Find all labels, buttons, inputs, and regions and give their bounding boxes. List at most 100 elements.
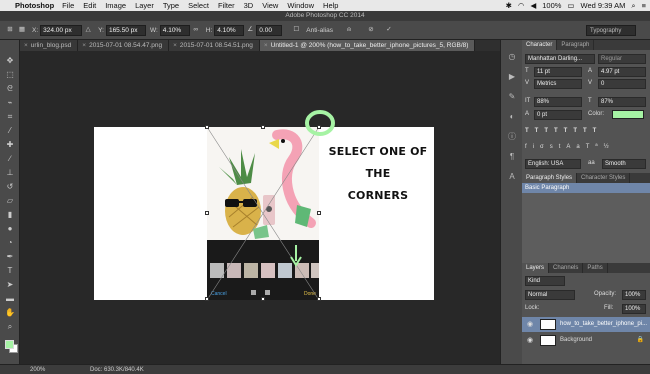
- menu-edit[interactable]: Edit: [83, 1, 96, 10]
- tab-paragraph-styles[interactable]: Paragraph Styles: [522, 173, 578, 183]
- battery-icon[interactable]: ▭: [567, 1, 574, 10]
- tab-character[interactable]: Character: [522, 40, 558, 50]
- tab-urlin-blog[interactable]: × urlin_blog.psd: [20, 40, 79, 51]
- history-icon[interactable]: ◷: [507, 52, 517, 62]
- menu-image[interactable]: Image: [105, 1, 126, 10]
- font-size-field[interactable]: 11 pt: [534, 67, 582, 77]
- iphone-screenshot-layer[interactable]: Cancel Done: [207, 127, 319, 300]
- marquee-tool-icon[interactable]: ⬚: [4, 70, 16, 80]
- transform-tool-icon[interactable]: ⊞: [4, 24, 16, 36]
- crop-tool-icon[interactable]: ⌗: [4, 112, 16, 122]
- clock[interactable]: Wed 9:39 AM: [581, 1, 626, 10]
- commit-transform-icon[interactable]: ✓: [383, 24, 395, 36]
- menu-type[interactable]: Type: [163, 1, 179, 10]
- text-color-swatch[interactable]: [612, 110, 644, 119]
- menu-layer[interactable]: Layer: [135, 1, 154, 10]
- menu-app-name[interactable]: Photoshop: [15, 1, 54, 10]
- paragraph-icon[interactable]: ¶: [507, 152, 517, 162]
- transform-handle-middle-left[interactable]: [205, 211, 209, 215]
- language-select[interactable]: English: USA: [525, 159, 581, 169]
- history-brush-icon[interactable]: ↺: [4, 182, 16, 192]
- y-field[interactable]: 165.50 px: [105, 24, 146, 36]
- kerning-field[interactable]: Metrics: [534, 79, 582, 89]
- brush-preset-icon[interactable]: ✎: [507, 92, 517, 102]
- play-icon[interactable]: ▶: [507, 72, 517, 82]
- close-icon[interactable]: ×: [264, 42, 268, 49]
- bluetooth-icon[interactable]: ✱: [506, 1, 512, 10]
- vertical-scale-field[interactable]: 88%: [534, 97, 582, 107]
- close-icon[interactable]: ×: [24, 42, 28, 49]
- tracking-field[interactable]: 0: [598, 79, 646, 89]
- antialias-checkbox[interactable]: ☐: [290, 24, 302, 36]
- gradient-tool-icon[interactable]: ▮: [4, 210, 16, 220]
- layer-row[interactable]: ◉ how_to_take_better_iphone_pi...: [522, 317, 650, 332]
- tab-paragraph[interactable]: Paragraph: [557, 40, 595, 50]
- volume-icon[interactable]: ◀: [530, 1, 536, 10]
- visibility-eye-icon[interactable]: ◉: [527, 317, 533, 332]
- tab-png-4747[interactable]: × 2015-07-01 08.54.47.png: [78, 40, 170, 51]
- blend-mode-select[interactable]: Normal: [525, 290, 575, 300]
- transform-handle-top-middle[interactable]: [261, 125, 265, 129]
- path-select-tool-icon[interactable]: ➤: [4, 280, 16, 290]
- angle-field[interactable]: 0.00: [256, 24, 283, 36]
- transform-handle-top-left[interactable]: [205, 125, 209, 129]
- visibility-eye-icon[interactable]: ◉: [527, 333, 533, 348]
- menu-window[interactable]: Window: [287, 1, 314, 10]
- menu-select[interactable]: Select: [188, 1, 209, 10]
- baseline-field[interactable]: 0 pt: [534, 110, 582, 120]
- healing-tool-icon[interactable]: ✚: [4, 140, 16, 150]
- warp-icon[interactable]: ⍝: [343, 24, 355, 36]
- type-tool-icon[interactable]: T: [4, 266, 16, 276]
- zoom-tool-icon[interactable]: ⌕: [4, 322, 16, 332]
- cancel-transform-icon[interactable]: ⊘: [365, 24, 377, 36]
- dodge-tool-icon[interactable]: ◔: [4, 238, 16, 248]
- brush-tool-icon[interactable]: ∕: [4, 154, 16, 164]
- shape-tool-icon[interactable]: ▬: [4, 294, 16, 304]
- style-basic-paragraph[interactable]: Basic Paragraph: [522, 183, 650, 193]
- layer-row[interactable]: ◉ Background 🔒: [522, 333, 650, 348]
- foreground-color-swatch[interactable]: [5, 340, 14, 349]
- tab-layers[interactable]: Layers: [522, 263, 550, 273]
- blur-tool-icon[interactable]: ●: [4, 224, 16, 234]
- font-family-select[interactable]: Manhattan Darling...: [525, 54, 595, 64]
- type-style-buttons[interactable]: TTTTTTTT: [525, 128, 602, 138]
- menu-filter[interactable]: Filter: [218, 1, 235, 10]
- close-icon[interactable]: ×: [82, 42, 86, 49]
- wifi-icon[interactable]: ◠: [518, 1, 525, 10]
- list-icon[interactable]: ≡: [642, 1, 646, 10]
- stamp-tool-icon[interactable]: ⊥: [4, 168, 16, 178]
- tab-untitled-1[interactable]: × Untitled-1 @ 200% (how_to_take_better_i…: [259, 40, 476, 51]
- lasso-tool-icon[interactable]: ᘓ: [4, 84, 16, 94]
- w-field[interactable]: 4.10%: [159, 24, 190, 36]
- tab-paths[interactable]: Paths: [583, 263, 608, 273]
- delta-icon[interactable]: △: [82, 24, 94, 36]
- h-field[interactable]: 4.10%: [214, 24, 245, 36]
- tab-channels[interactable]: Channels: [549, 263, 584, 273]
- canvas-area[interactable]: Cancel Done SELECT ONE OF THE CORNERS: [20, 51, 520, 364]
- move-tool-icon[interactable]: ✥: [4, 56, 16, 66]
- transform-handle-middle-right[interactable]: [317, 211, 321, 215]
- opacity-field[interactable]: 100%: [622, 290, 646, 300]
- font-style-select[interactable]: Regular: [598, 54, 646, 64]
- search-icon[interactable]: ⌕: [631, 1, 635, 11]
- adjustments-icon[interactable]: ◐: [507, 112, 517, 122]
- hand-tool-icon[interactable]: ✋: [4, 308, 16, 318]
- menu-file[interactable]: File: [62, 1, 74, 10]
- workspace-select[interactable]: Typography: [586, 25, 636, 36]
- transform-handle-bottom-middle[interactable]: [261, 297, 265, 301]
- link-icon[interactable]: ∞: [190, 24, 202, 36]
- horizontal-scale-field[interactable]: 87%: [598, 97, 646, 107]
- tab-character-styles[interactable]: Character Styles: [577, 173, 631, 183]
- transform-handle-bottom-left[interactable]: [205, 297, 209, 301]
- eyedropper-tool-icon[interactable]: ⁄: [4, 126, 16, 136]
- fill-field[interactable]: 100%: [622, 304, 646, 314]
- character-icon[interactable]: A: [507, 172, 517, 182]
- quick-select-tool-icon[interactable]: ⌁: [4, 98, 16, 108]
- battery-percent[interactable]: 100%: [542, 1, 561, 10]
- opentype-buttons[interactable]: fiσstAaTª½: [525, 144, 615, 154]
- reference-point-icon[interactable]: ▦: [16, 24, 28, 36]
- x-field[interactable]: 324.00 px: [40, 24, 83, 36]
- document-canvas[interactable]: Cancel Done SELECT ONE OF THE CORNERS: [94, 110, 434, 301]
- leading-field[interactable]: 4.97 pt: [598, 67, 646, 77]
- menu-3d[interactable]: 3D: [244, 1, 254, 10]
